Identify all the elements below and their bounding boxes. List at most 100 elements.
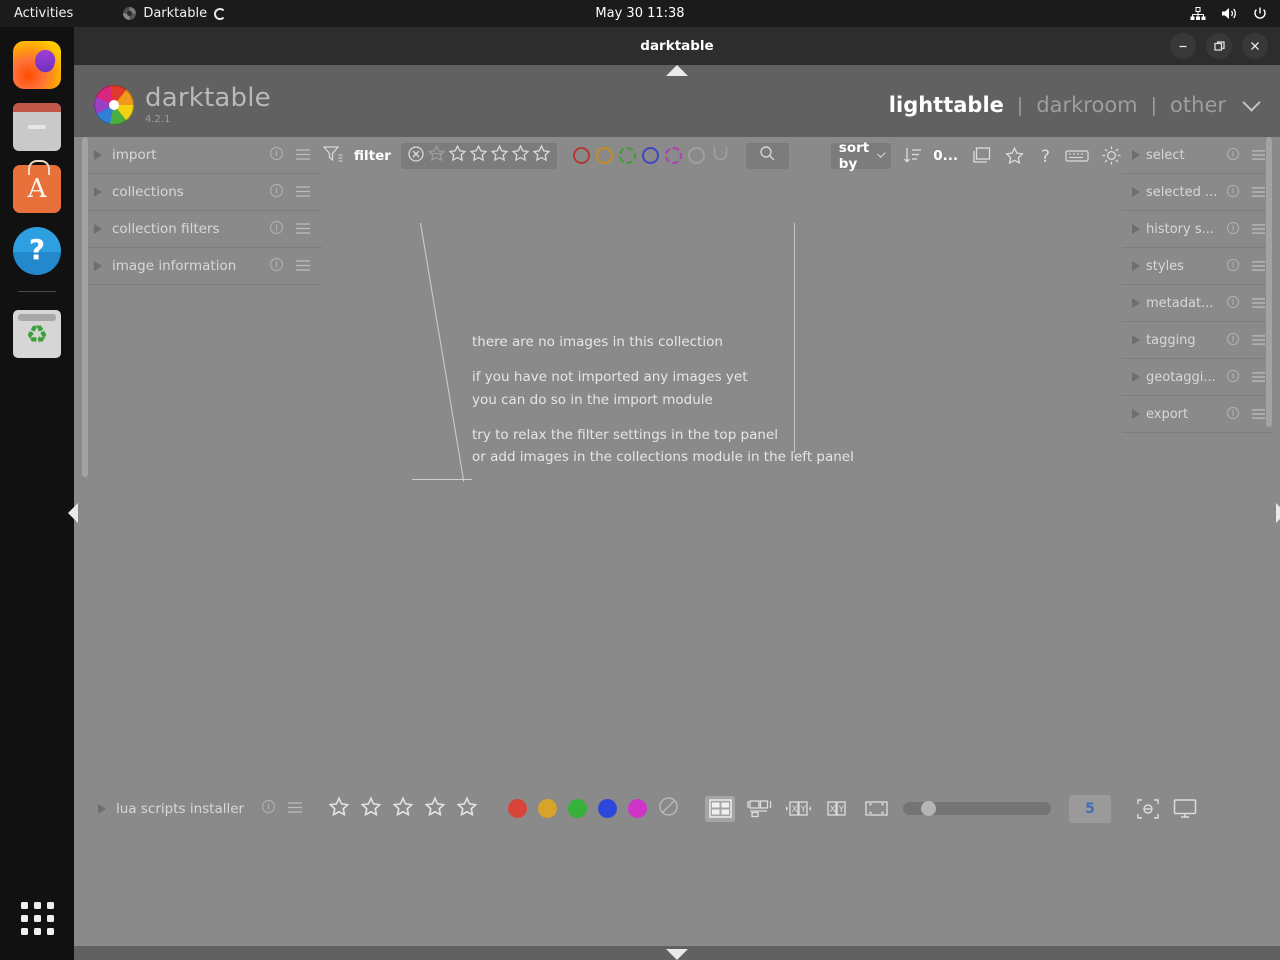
sort-by-dropdown[interactable]: sort by (830, 140, 892, 172)
sidebar-item-geotagging[interactable]: geotaggi... (1122, 359, 1272, 396)
color-dot-yellow[interactable] (538, 799, 557, 818)
activities-button[interactable]: Activities (14, 6, 73, 21)
maximize-button[interactable] (1206, 33, 1232, 59)
hamburger-menu-icon[interactable] (1251, 183, 1266, 202)
minimize-button[interactable] (1170, 33, 1196, 59)
trash-icon[interactable] (13, 310, 61, 358)
info-icon[interactable] (269, 220, 284, 239)
rating-star-3-icon[interactable] (392, 796, 414, 822)
zoomable-lighttable-view-icon[interactable] (744, 796, 774, 822)
info-icon[interactable] (1226, 331, 1240, 350)
active-app-menu[interactable]: Darktable (123, 6, 227, 21)
sidebar-item-import[interactable]: import (82, 137, 322, 174)
chevron-down-icon[interactable] (1242, 92, 1261, 112)
info-icon[interactable] (269, 257, 284, 276)
firefox-icon[interactable] (13, 41, 61, 89)
right-panel-scrollbar[interactable] (1266, 137, 1272, 427)
lighttable-center-area[interactable]: there are no images in this collection i… (412, 222, 1104, 838)
color-label-green[interactable] (618, 147, 636, 164)
hamburger-menu-icon[interactable] (1251, 146, 1266, 165)
info-icon[interactable] (269, 183, 284, 202)
collapse-left-panel-arrow[interactable] (68, 502, 78, 523)
clock[interactable]: May 30 11:38 (595, 6, 684, 21)
color-dot-blue[interactable] (598, 799, 617, 818)
color-label-blue[interactable] (641, 147, 659, 164)
view-other[interactable]: other (1170, 93, 1226, 117)
clear-color-labels-icon[interactable] (658, 796, 679, 821)
help-icon[interactable] (13, 227, 61, 275)
color-label-yellow[interactable] (595, 147, 613, 164)
info-icon[interactable] (1226, 294, 1240, 313)
sidebar-item-image-information[interactable]: image information (82, 248, 322, 285)
info-icon[interactable] (1226, 405, 1240, 424)
info-icon[interactable] (1226, 220, 1240, 239)
collapse-top-panel-arrow[interactable] (74, 65, 1280, 79)
rating-filter[interactable] (400, 142, 557, 169)
left-panel-scrollbar[interactable] (82, 137, 88, 477)
color-dot-magenta[interactable] (628, 799, 647, 818)
hamburger-menu-icon[interactable] (295, 257, 311, 276)
hamburger-menu-icon[interactable] (1251, 257, 1266, 276)
color-dot-green[interactable] (568, 799, 587, 818)
star-filter-3-icon[interactable] (469, 144, 488, 167)
info-icon[interactable] (261, 799, 276, 818)
info-icon[interactable] (1226, 183, 1240, 202)
info-icon[interactable] (1226, 146, 1240, 165)
hamburger-menu-icon[interactable] (287, 799, 303, 818)
culling-fixed-view-icon[interactable]: XY (822, 796, 852, 822)
filter-funnel-icon[interactable] (322, 144, 344, 168)
star-filter-5-icon[interactable] (511, 144, 530, 167)
view-lighttable[interactable]: lighttable (889, 93, 1004, 117)
display-profile-icon[interactable] (1173, 798, 1197, 819)
culling-dynamic-view-icon[interactable]: XY (783, 796, 813, 822)
keyboard-shortcuts-icon[interactable] (1065, 148, 1089, 164)
color-label-purple[interactable] (664, 147, 682, 164)
sort-value[interactable]: 0... (933, 148, 958, 164)
slider-knob[interactable] (921, 801, 936, 816)
hamburger-menu-icon[interactable] (295, 146, 311, 165)
rating-star-1-icon[interactable] (328, 796, 350, 822)
hamburger-menu-icon[interactable] (295, 183, 311, 202)
hamburger-menu-icon[interactable] (1251, 405, 1266, 424)
sidebar-item-selected-images[interactable]: selected ... (1122, 174, 1272, 211)
rating-star-2-icon[interactable] (360, 796, 382, 822)
grouping-stack-icon[interactable] (970, 146, 992, 165)
power-icon[interactable] (1252, 6, 1268, 22)
hamburger-menu-icon[interactable] (1251, 294, 1266, 313)
info-icon[interactable] (1226, 368, 1240, 387)
zoom-level-field[interactable]: 5 (1069, 794, 1111, 823)
color-label-red[interactable] (572, 147, 590, 164)
hamburger-menu-icon[interactable] (295, 220, 311, 239)
star-filter-4-icon[interactable] (490, 144, 509, 167)
star-overlays-icon[interactable] (1004, 146, 1025, 166)
rating-star-5-icon[interactable] (456, 796, 478, 822)
info-icon[interactable] (1226, 257, 1240, 276)
help-question-icon[interactable]: ? (1037, 146, 1053, 166)
collapse-bottom-panel-arrow[interactable] (74, 946, 1280, 960)
hamburger-menu-icon[interactable] (1251, 368, 1266, 387)
info-icon[interactable] (269, 146, 284, 165)
thumbnail-size-slider[interactable] (903, 801, 1051, 816)
gear-preferences-icon[interactable] (1101, 145, 1122, 166)
view-darkroom[interactable]: darkroom (1036, 93, 1137, 117)
sidebar-item-select[interactable]: select (1122, 137, 1272, 174)
hamburger-menu-icon[interactable] (1251, 331, 1266, 350)
rating-star-4-icon[interactable] (424, 796, 446, 822)
color-dot-red[interactable] (508, 799, 527, 818)
lua-scripts-installer-module[interactable]: lua scripts installer (82, 790, 314, 827)
star-filter-6-icon[interactable] (532, 144, 551, 167)
search-input[interactable] (745, 142, 789, 169)
sidebar-item-collections[interactable]: collections (82, 174, 322, 211)
reject-circle-x-icon[interactable] (407, 145, 425, 167)
filemanager-view-icon[interactable] (705, 795, 735, 822)
files-icon[interactable] (13, 103, 61, 151)
system-tray[interactable] (1190, 6, 1268, 22)
star-filter-1-icon[interactable] (427, 144, 446, 167)
sort-descending-icon[interactable] (903, 146, 923, 165)
show-applications-button[interactable] (13, 894, 61, 942)
sidebar-item-tagging[interactable]: tagging (1122, 322, 1272, 359)
full-preview-view-icon[interactable] (861, 796, 891, 822)
sidebar-item-collection-filters[interactable]: collection filters (82, 211, 322, 248)
sidebar-item-metadata-editor[interactable]: metadat... (1122, 285, 1272, 322)
close-button[interactable] (1242, 33, 1268, 59)
